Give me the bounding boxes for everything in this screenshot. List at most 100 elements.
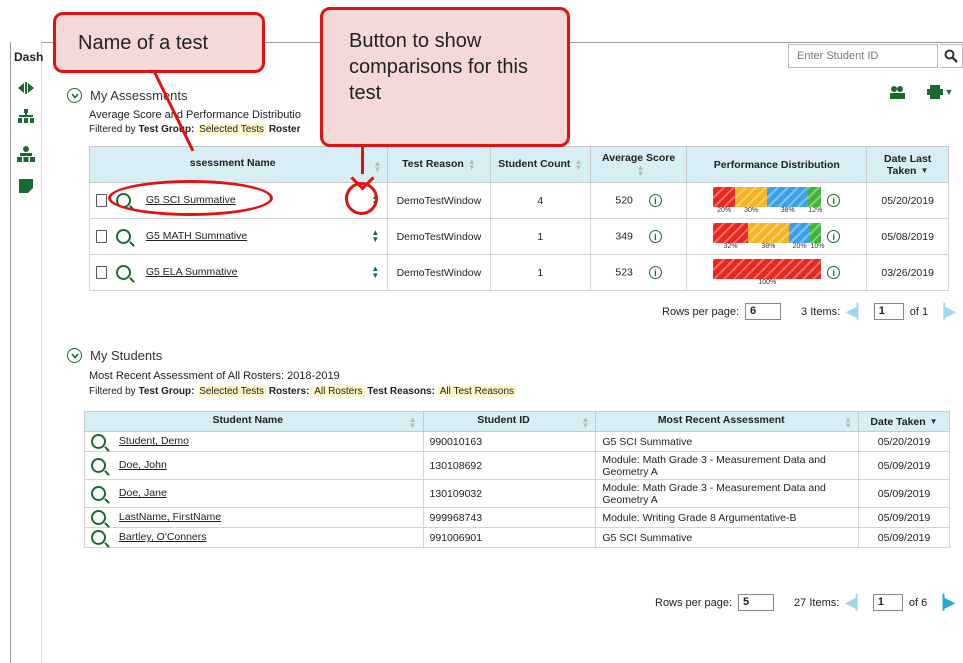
info-icon[interactable]: i (827, 230, 841, 243)
prev-page-icon[interactable]: ◀▏ (846, 303, 868, 320)
report-icon[interactable] (96, 230, 107, 243)
distribution-bar (713, 259, 822, 279)
col-student-count[interactable]: Student Count ▲ ▼ (489, 146, 591, 183)
assessment-link[interactable]: G5 ELA Summative (146, 266, 238, 278)
assessment-name-cell: G5 ELA Summative ▲ ▼ (88, 254, 389, 291)
col-student-id[interactable]: Student ID ▲ ▼ (422, 411, 597, 432)
callout-comparison-button: Button to show comparisons for this test (320, 7, 570, 147)
distribution-bar (713, 187, 822, 207)
most-recent-assessment-cell: Module: Math Grade 3 - Measurement Data … (595, 451, 860, 480)
magnify-icon[interactable] (91, 510, 106, 525)
magnify-icon[interactable] (91, 458, 106, 473)
info-icon[interactable]: i (648, 194, 662, 207)
col-average-score[interactable]: Average Score▲ ▼ (589, 146, 688, 183)
page-total: of 1 (909, 305, 929, 318)
rows-per-page-input[interactable]: 6 (745, 303, 782, 320)
col-test-reason[interactable]: Test Reason ▲ ▼ (387, 146, 491, 183)
search-icon[interactable] (940, 44, 963, 68)
table-row: G5 ELA Summative ▲ ▼ DemoTestWindow 1 523… (88, 254, 949, 291)
comparison-toggle-icon[interactable]: ▲ ▼ (371, 229, 379, 244)
student-count-cell: 1 (489, 254, 591, 291)
student-name-cell: Student, Demo (84, 431, 424, 452)
most-recent-assessment-cell: Module: Writing Grade 8 Argumentative-B (595, 507, 860, 528)
test-reason-cell: DemoTestWindow (387, 218, 491, 255)
hierarchy-icon[interactable] (17, 108, 35, 124)
table-row: Bartley, O'Conners 991006901 G5 SCI Summ… (84, 527, 950, 548)
magnify-icon[interactable] (91, 434, 106, 449)
dist-segment (713, 223, 748, 243)
dist-segment (808, 187, 822, 207)
table-row: Doe, Jane 130109032 Module: Math Grade 3… (84, 479, 950, 508)
collapse-chevron-icon[interactable] (67, 88, 82, 103)
assessments-table: ssessment Name ▲ ▼ Test Reason ▲ ▼ Student C… (88, 146, 949, 291)
most-recent-assessment-cell: G5 SCI Summative (595, 431, 860, 452)
col-most-recent-assessment[interactable]: Most Recent Assessment ▲ ▼ (595, 411, 860, 432)
page-input[interactable]: 1 (873, 303, 904, 320)
date-taken-cell: 05/09/2019 (858, 507, 950, 528)
magnify-icon[interactable] (91, 486, 106, 501)
filter-reasons-label: Test Reasons: (367, 386, 435, 397)
comparison-toggle-icon[interactable]: ▲ ▼ (371, 265, 379, 280)
col-student-name[interactable]: Student Name ▲ ▼ (84, 411, 424, 432)
col-date-taken[interactable]: Date Taken ▼ (858, 411, 950, 432)
assessment-link[interactable]: G5 MATH Summative (146, 230, 247, 242)
next-page-icon[interactable]: ▕▶ (933, 594, 955, 611)
info-icon[interactable]: i (648, 230, 662, 243)
date-taken-cell: 05/09/2019 (858, 479, 950, 508)
student-link[interactable]: Student, Demo (119, 435, 189, 447)
student-id-cell: 130109032 (422, 479, 597, 508)
table-row: G5 MATH Summative ▲ ▼ DemoTestWindow 1 34… (88, 218, 949, 255)
student-name-cell: LastName, FirstName (84, 507, 424, 528)
dist-segment (788, 223, 811, 243)
report-icon[interactable] (96, 266, 107, 279)
print-menu-button[interactable]: ▼ (922, 83, 958, 101)
student-name-cell: Doe, John (84, 451, 424, 480)
magnify-icon[interactable] (91, 530, 106, 545)
students-section-header[interactable]: My Students (67, 348, 162, 363)
student-link[interactable]: Bartley, O'Conners (119, 531, 207, 543)
col-date-last-taken[interactable]: Date Last Taken ▼ (866, 146, 949, 183)
magnify-icon[interactable] (115, 265, 131, 280)
prev-page-icon[interactable]: ◀▏ (845, 594, 867, 611)
col-performance-distribution: Performance Distribution (686, 146, 868, 183)
student-link[interactable]: Doe, Jane (119, 487, 167, 499)
table-row: Student, Demo 990010163 G5 SCI Summative… (84, 431, 950, 452)
assessment-name-cell: G5 MATH Summative ▲ ▼ (88, 218, 389, 255)
student-count-cell: 4 (489, 182, 591, 219)
date-cell: 05/08/2019 (866, 218, 949, 255)
table-row: Doe, John 130108692 Module: Math Grade 3… (84, 451, 950, 480)
report-icon[interactable] (96, 194, 107, 207)
highlight-circle-button (345, 182, 378, 215)
items-count: 27 Items: (794, 596, 840, 609)
dashboard-label: Dash (14, 50, 44, 64)
distribution-bar (713, 223, 822, 243)
student-id-cell: 990010163 (422, 431, 597, 452)
students-filter-line: Filtered by Test Group: Selected Tests R… (89, 386, 517, 397)
col-assessment-name[interactable]: ssessment Name ▲ ▼ (88, 146, 389, 183)
rows-per-page-input[interactable]: 5 (738, 594, 775, 611)
info-icon[interactable]: i (648, 266, 662, 279)
filter-rosters-label: Rosters: (268, 386, 310, 397)
filter-roster-label: Roster (268, 124, 301, 135)
collapse-chevron-icon[interactable] (67, 348, 82, 363)
student-group-icon[interactable] (886, 83, 908, 101)
date-cell: 05/20/2019 (866, 182, 949, 219)
filter-rosters-value: All Rosters (312, 386, 365, 397)
next-page-icon[interactable]: ▕▶ (934, 303, 956, 320)
student-link[interactable]: LastName, FirstName (119, 511, 221, 523)
dist-label: 100% (758, 279, 777, 286)
expand-collapse-icon[interactable] (17, 80, 35, 96)
info-icon[interactable]: i (827, 266, 841, 279)
classroom-icon[interactable] (17, 146, 35, 162)
student-id-search-input[interactable]: Enter Student ID (788, 44, 938, 68)
student-id-cell: 991006901 (422, 527, 597, 548)
students-table: Student Name ▲ ▼ Student ID ▲ ▼ Most Recent … (84, 411, 950, 548)
info-icon[interactable]: i (827, 194, 841, 207)
note-icon[interactable] (17, 178, 35, 194)
student-link[interactable]: Doe, John (119, 459, 167, 471)
magnify-icon[interactable] (115, 229, 131, 244)
page-input[interactable]: 1 (872, 594, 903, 611)
student-id-cell: 130108692 (422, 451, 597, 480)
average-score-cell: 520 i (589, 182, 688, 219)
dist-label: 20% (792, 243, 807, 250)
